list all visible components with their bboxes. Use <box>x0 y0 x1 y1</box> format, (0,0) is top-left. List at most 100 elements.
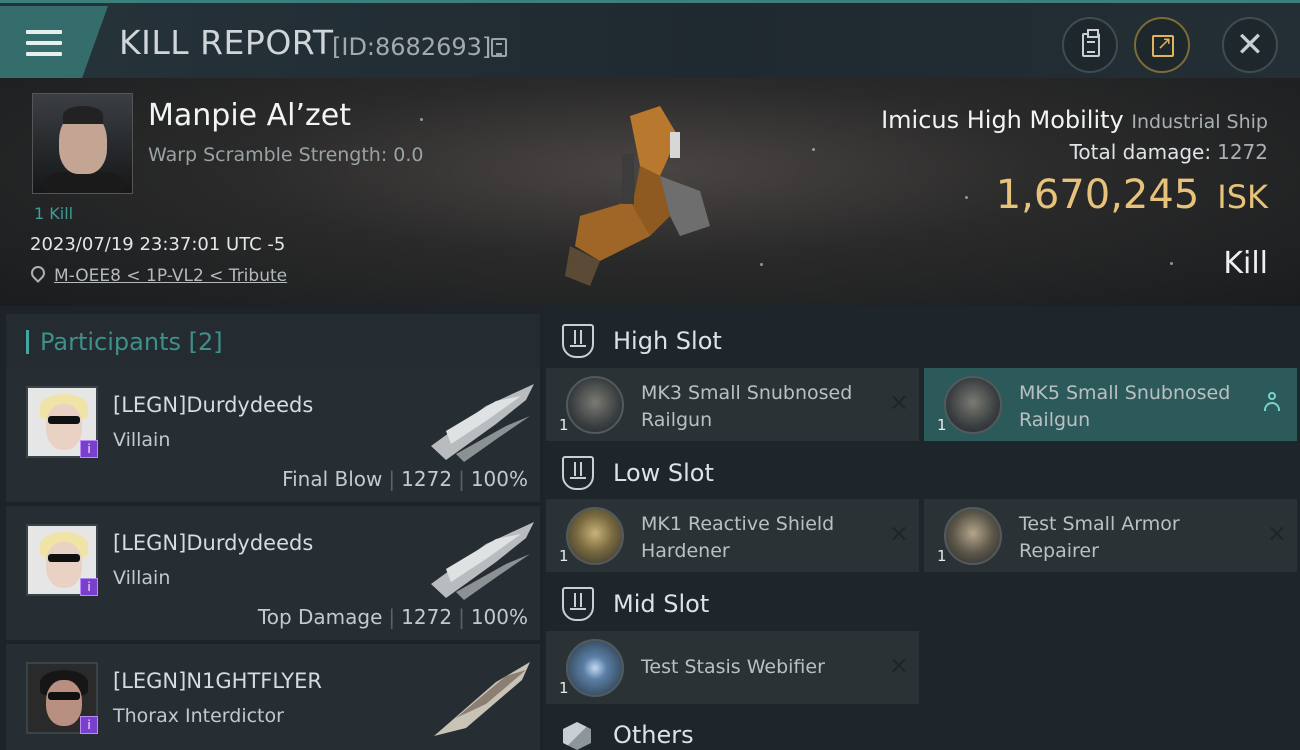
slot-icon <box>562 324 594 358</box>
victim-ship-name[interactable]: Imicus High Mobility Industrial Ship <box>881 106 1268 134</box>
location-pin-icon <box>28 263 48 283</box>
clipboard-button[interactable] <box>1062 17 1118 73</box>
info-badge-icon: i <box>80 578 98 596</box>
kill-datetime: 2023/07/19 23:37:01 UTC -5 <box>30 234 286 255</box>
participant-row[interactable]: i [LEGN]N1GHTFLYER Thorax Interdictor <box>6 644 540 750</box>
close-button[interactable]: ✕ <box>1222 17 1278 73</box>
isk-unit: ISK <box>1217 178 1268 216</box>
star <box>760 263 763 266</box>
participant-name: [LEGN]Durdydeeds <box>113 393 314 417</box>
victim-portrait[interactable] <box>32 93 133 194</box>
participant-ship: Villain <box>113 429 171 451</box>
destroyed-icon: × <box>888 651 909 679</box>
participant-ship-image <box>434 662 530 736</box>
copy-icon[interactable] <box>491 38 507 57</box>
kill-count: 1 Kill <box>34 204 74 223</box>
destroyed-icon: × <box>888 388 909 416</box>
page-title: KILL REPORT <box>119 23 334 62</box>
share-button[interactable] <box>1134 17 1190 73</box>
module-name: Test Small Armor Repairer <box>1019 513 1180 562</box>
participant-role: Top Damage <box>257 605 383 629</box>
kill-result: Kill <box>1223 246 1268 281</box>
participant-name: [LEGN]N1GHTFLYER <box>113 669 322 693</box>
close-icon: ✕ <box>1235 25 1265 65</box>
victim-ship-image[interactable] <box>560 96 730 296</box>
star <box>812 148 815 151</box>
mid-slot-label: Mid Slot <box>613 590 710 618</box>
cube-icon <box>563 722 591 750</box>
armor-repairer-icon <box>944 507 1002 565</box>
share-icon <box>1152 33 1174 57</box>
railgun-icon <box>566 376 624 434</box>
participant-percent: 100% <box>470 467 528 491</box>
low-slot-header: Low Slot <box>543 444 1300 500</box>
participant-row[interactable]: i [LEGN]Durdydeeds Villain Final Blow | 12… <box>6 368 540 502</box>
module-item[interactable]: 1 MK3 Small Snubnosed Railgun × <box>546 368 919 441</box>
participant-stats: Top Damage | 1272 | 100% <box>257 605 528 629</box>
menu-button[interactable] <box>0 6 108 78</box>
module-name: MK1 Reactive Shield Hardener <box>641 513 835 562</box>
module-qty: 1 <box>559 547 569 565</box>
total-damage-value: 1272 <box>1217 140 1268 164</box>
module-item[interactable]: 1 MK5 Small Snubnosed Railgun <box>924 368 1297 441</box>
report-id: [ID:8682693] <box>332 33 492 61</box>
participant-role: Final Blow <box>282 467 383 491</box>
participant-ship: Thorax Interdictor <box>113 705 284 727</box>
participant-ship-image <box>431 522 534 600</box>
info-badge-icon: i <box>80 440 98 458</box>
isk-value: 1,670,245 ISK <box>996 172 1268 218</box>
module-item[interactable]: 1 MK1 Reactive Shield Hardener × <box>546 499 919 572</box>
location-link[interactable]: M-OEE8 < 1P-VL2 < Tribute <box>54 266 287 286</box>
module-item[interactable]: 1 Test Small Armor Repairer × <box>924 499 1297 572</box>
participant-row[interactable]: i [LEGN]Durdydeeds Villain Top Damage | 12… <box>6 506 540 640</box>
stasis-webifier-icon <box>566 639 624 697</box>
victim-name[interactable]: Manpie Al’zet <box>148 98 351 133</box>
menu-icon <box>26 30 62 58</box>
module-qty: 1 <box>559 679 569 697</box>
ship-name-text: Imicus High Mobility <box>881 106 1124 134</box>
slot-icon <box>562 587 594 621</box>
high-slot-header: High Slot <box>543 312 1300 368</box>
module-name: MK5 Small Snubnosed Railgun <box>1019 382 1231 431</box>
warp-scramble-strength: Warp Scramble Strength: 0.0 <box>148 144 424 166</box>
module-qty: 1 <box>937 547 947 565</box>
participants-title: Participants [2] <box>40 328 223 356</box>
participant-ship: Villain <box>113 567 171 589</box>
railgun-icon <box>944 376 1002 434</box>
slot-icon <box>562 456 594 490</box>
module-name: MK3 Small Snubnosed Railgun <box>641 382 853 431</box>
victim-banner: Manpie Al’zet Warp Scramble Strength: 0.… <box>0 78 1300 306</box>
participants-header: Participants [2] <box>6 314 540 370</box>
shield-hardener-icon <box>566 507 624 565</box>
others-label: Others <box>613 721 694 749</box>
mid-slot-header: Mid Slot <box>543 575 1300 631</box>
participant-damage: 1272 <box>401 467 453 491</box>
clipboard-icon <box>1082 29 1100 57</box>
isk-amount: 1,670,245 <box>995 172 1200 218</box>
participant-damage: 1272 <box>401 605 453 629</box>
destroyed-icon: × <box>888 519 909 547</box>
destroyed-icon: × <box>1266 519 1287 547</box>
participants-panel: Participants [2] i [LEGN]Durdydeeds Vill… <box>0 306 543 750</box>
participant-ship-image <box>431 384 534 462</box>
star <box>420 118 423 121</box>
info-badge-icon: i <box>80 716 98 734</box>
low-slot-label: Low Slot <box>613 459 714 487</box>
participant-name: [LEGN]Durdydeeds <box>113 531 314 555</box>
header-bar: KILL REPORT [ID:8682693] ✕ <box>0 0 1300 78</box>
star <box>1170 262 1173 265</box>
module-name: Test Stasis Webifier <box>641 656 825 678</box>
fittings-panel: High Slot 1 MK3 Small Snubnosed Railgun … <box>543 306 1300 750</box>
total-damage-label: Total damage: <box>1069 140 1212 164</box>
total-damage: Total damage: 1272 <box>1070 140 1268 164</box>
person-icon <box>1264 392 1280 412</box>
others-header: Others <box>543 706 1300 750</box>
star <box>965 196 968 199</box>
module-qty: 1 <box>937 416 947 434</box>
participant-stats: Final Blow | 1272 | 100% <box>282 467 528 491</box>
module-item[interactable]: 1 Test Stasis Webifier × <box>546 631 919 704</box>
header-accent-bar <box>26 330 29 354</box>
participant-percent: 100% <box>470 605 528 629</box>
ship-class: Industrial Ship <box>1131 111 1268 133</box>
high-slot-label: High Slot <box>613 327 722 355</box>
